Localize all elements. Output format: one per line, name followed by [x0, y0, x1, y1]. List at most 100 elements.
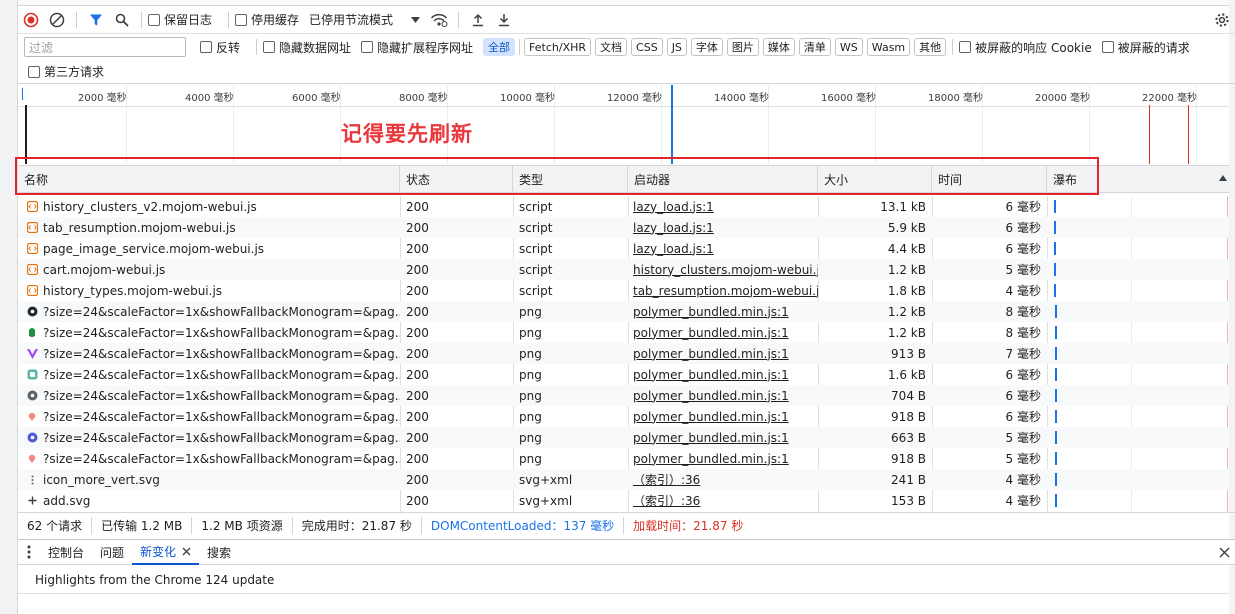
- cell-name[interactable]: cart.mojom-webui.js: [18, 259, 400, 280]
- cell-name[interactable]: page_image_service.mojom-webui.js: [18, 238, 400, 259]
- checkbox-box[interactable]: [263, 41, 276, 53]
- cell-initiator-text[interactable]: polymer_bundled.min.js:1: [633, 452, 789, 466]
- cell-initiator-text[interactable]: lazy_load.js:1: [633, 200, 714, 214]
- throttle-select[interactable]: 已停用节流模式: [309, 11, 421, 28]
- close-icon[interactable]: [182, 547, 191, 556]
- cell-initiator-text[interactable]: polymer_bundled.min.js:1: [633, 347, 789, 361]
- filter-icon[interactable]: [83, 7, 109, 33]
- cell-initiator-text[interactable]: polymer_bundled.min.js:1: [633, 431, 789, 445]
- more-vert-icon[interactable]: [18, 539, 40, 565]
- export-har-icon[interactable]: [491, 7, 517, 33]
- cell-initiator[interactable]: polymer_bundled.min.js:1: [628, 301, 818, 322]
- cell-initiator[interactable]: polymer_bundled.min.js:1: [628, 343, 818, 364]
- hide-data-urls-checkbox[interactable]: 隐藏数据网址: [263, 39, 351, 56]
- cell-initiator-text[interactable]: tab_resumption.mojom-webui.js: [633, 284, 818, 298]
- table-row[interactable]: history_clusters_v2.mojom-webui.js 200 scr…: [18, 196, 1229, 217]
- disable-cache-checkbox[interactable]: 停用缓存: [235, 11, 299, 28]
- record-icon[interactable]: [18, 7, 44, 33]
- type-filter-chip[interactable]: 图片: [726, 38, 759, 56]
- checkbox-box[interactable]: [1101, 41, 1114, 53]
- type-filter-chip[interactable]: 清单: [798, 38, 831, 56]
- cell-initiator[interactable]: polymer_bundled.min.js:1: [628, 448, 818, 469]
- cell-name[interactable]: ?size=24&scaleFactor=1x&showFallbackMono…: [18, 385, 400, 406]
- cell-initiator[interactable]: polymer_bundled.min.js:1: [628, 364, 818, 385]
- cell-initiator-text[interactable]: polymer_bundled.min.js:1: [633, 389, 789, 403]
- preserve-log-checkbox[interactable]: 保留日志: [148, 11, 212, 28]
- clear-icon[interactable]: [44, 7, 70, 33]
- table-row[interactable]: ?size=24&scaleFactor=1x&showFallbackMono…: [18, 322, 1229, 343]
- cell-initiator[interactable]: polymer_bundled.min.js:1: [628, 385, 818, 406]
- cell-initiator-text[interactable]: polymer_bundled.min.js:1: [633, 410, 789, 424]
- cell-name[interactable]: ?size=24&scaleFactor=1x&showFallbackMono…: [18, 343, 400, 364]
- cell-initiator[interactable]: lazy_load.js:1: [628, 217, 818, 238]
- cell-initiator[interactable]: polymer_bundled.min.js:1: [628, 427, 818, 448]
- cell-initiator-text[interactable]: history_clusters.mojom-webui.js: [633, 263, 818, 277]
- checkbox-box[interactable]: [361, 41, 374, 53]
- cell-name[interactable]: ?size=24&scaleFactor=1x&showFallbackMono…: [18, 322, 400, 343]
- tab-console[interactable]: 控制台: [40, 539, 92, 565]
- close-drawer-icon[interactable]: [1213, 539, 1235, 565]
- table-row[interactable]: ?size=24&scaleFactor=1x&showFallbackMono…: [18, 301, 1229, 322]
- cell-name[interactable]: ?size=24&scaleFactor=1x&showFallbackMono…: [18, 448, 400, 469]
- checkbox-box[interactable]: [959, 41, 972, 53]
- invert-checkbox[interactable]: 反转: [200, 39, 240, 56]
- table-row[interactable]: ?size=24&scaleFactor=1x&showFallbackMono…: [18, 406, 1229, 427]
- cell-initiator[interactable]: tab_resumption.mojom-webui.js: [628, 280, 818, 301]
- cell-name[interactable]: add.svg: [18, 490, 400, 511]
- cell-initiator-text[interactable]: （索引）:36: [633, 492, 700, 509]
- cell-initiator[interactable]: lazy_load.js:1: [628, 238, 818, 259]
- network-conditions-icon[interactable]: [426, 7, 452, 33]
- cell-initiator[interactable]: lazy_load.js:1: [628, 196, 818, 217]
- hide-extension-urls-checkbox[interactable]: 隐藏扩展程序网址: [361, 39, 473, 56]
- table-row[interactable]: ?size=24&scaleFactor=1x&showFallbackMono…: [18, 448, 1229, 469]
- cell-initiator[interactable]: polymer_bundled.min.js:1: [628, 322, 818, 343]
- tab-search[interactable]: 搜索: [199, 539, 239, 565]
- table-row[interactable]: ?size=24&scaleFactor=1x&showFallbackMono…: [18, 427, 1229, 448]
- checkbox-box[interactable]: [148, 13, 160, 26]
- cell-initiator-text[interactable]: polymer_bundled.min.js:1: [633, 326, 789, 340]
- checkbox-box[interactable]: [200, 41, 212, 53]
- filter-input[interactable]: 过滤: [24, 37, 186, 57]
- tab-issues[interactable]: 问题: [92, 539, 132, 565]
- blocked-requests-checkbox[interactable]: 被屏蔽的请求: [1101, 39, 1190, 56]
- type-filter-chip[interactable]: 其他: [914, 38, 947, 56]
- import-har-icon[interactable]: [465, 7, 491, 33]
- table-row[interactable]: ?size=24&scaleFactor=1x&showFallbackMono…: [18, 343, 1229, 364]
- cell-name[interactable]: ?size=24&scaleFactor=1x&showFallbackMono…: [18, 364, 400, 385]
- cell-initiator-text[interactable]: polymer_bundled.min.js:1: [633, 305, 789, 319]
- cell-initiator-text[interactable]: （索引）:36: [633, 471, 700, 488]
- type-filter-chip[interactable]: JS: [666, 38, 687, 56]
- cell-name[interactable]: ?size=24&scaleFactor=1x&showFallbackMono…: [18, 406, 400, 427]
- tab-whats-new[interactable]: 新变化: [132, 539, 200, 565]
- cell-initiator[interactable]: polymer_bundled.min.js:1: [628, 406, 818, 427]
- table-row[interactable]: add.svg 200 svg+xml （索引）:36 153 B 4 毫秒: [18, 490, 1229, 511]
- checkbox-box[interactable]: [235, 13, 248, 26]
- type-filter-chip[interactable]: 全部: [483, 38, 516, 56]
- search-icon[interactable]: [109, 7, 135, 33]
- cell-name[interactable]: history_types.mojom-webui.js: [18, 280, 400, 301]
- cell-name[interactable]: tab_resumption.mojom-webui.js: [18, 217, 400, 238]
- type-filter-chip[interactable]: 媒体: [762, 38, 795, 56]
- cell-name[interactable]: ?size=24&scaleFactor=1x&showFallbackMono…: [18, 301, 400, 322]
- type-filter-chip[interactable]: Wasm: [866, 38, 911, 56]
- cell-name[interactable]: icon_more_vert.svg: [18, 469, 400, 490]
- table-row[interactable]: ?size=24&scaleFactor=1x&showFallbackMono…: [18, 364, 1229, 385]
- checkbox-box[interactable]: [28, 65, 40, 78]
- table-row[interactable]: ?size=24&scaleFactor=1x&showFallbackMono…: [18, 385, 1229, 406]
- table-row[interactable]: cart.mojom-webui.js 200 script history_clus…: [18, 259, 1229, 280]
- type-filter-chip[interactable]: Fetch/XHR: [524, 38, 592, 56]
- third-party-checkbox[interactable]: 第三方请求: [28, 63, 104, 80]
- cell-initiator[interactable]: history_clusters.mojom-webui.js: [628, 259, 818, 280]
- type-filter-chip[interactable]: 文档: [595, 38, 628, 56]
- cell-initiator-text[interactable]: lazy_load.js:1: [633, 221, 714, 235]
- cell-initiator-text[interactable]: polymer_bundled.min.js:1: [633, 368, 789, 382]
- table-row[interactable]: page_image_service.mojom-webui.js 200 scri…: [18, 238, 1229, 259]
- cell-initiator[interactable]: （索引）:36: [628, 469, 818, 490]
- type-filter-chip[interactable]: WS: [834, 38, 863, 56]
- cell-name[interactable]: ?size=24&scaleFactor=1x&showFallbackMono…: [18, 427, 400, 448]
- table-row[interactable]: icon_more_vert.svg 200 svg+xml （索引）:36 241 B…: [18, 469, 1229, 490]
- overview-timeline[interactable]: 2000 毫秒 4000 毫秒 6000 毫秒 8000 毫秒 10000 毫秒…: [18, 85, 1229, 164]
- type-filter-chip[interactable]: 字体: [690, 38, 723, 56]
- blocked-cookies-checkbox[interactable]: 被屏蔽的响应 Cookie: [959, 39, 1092, 56]
- type-filter-chip[interactable]: CSS: [631, 38, 663, 56]
